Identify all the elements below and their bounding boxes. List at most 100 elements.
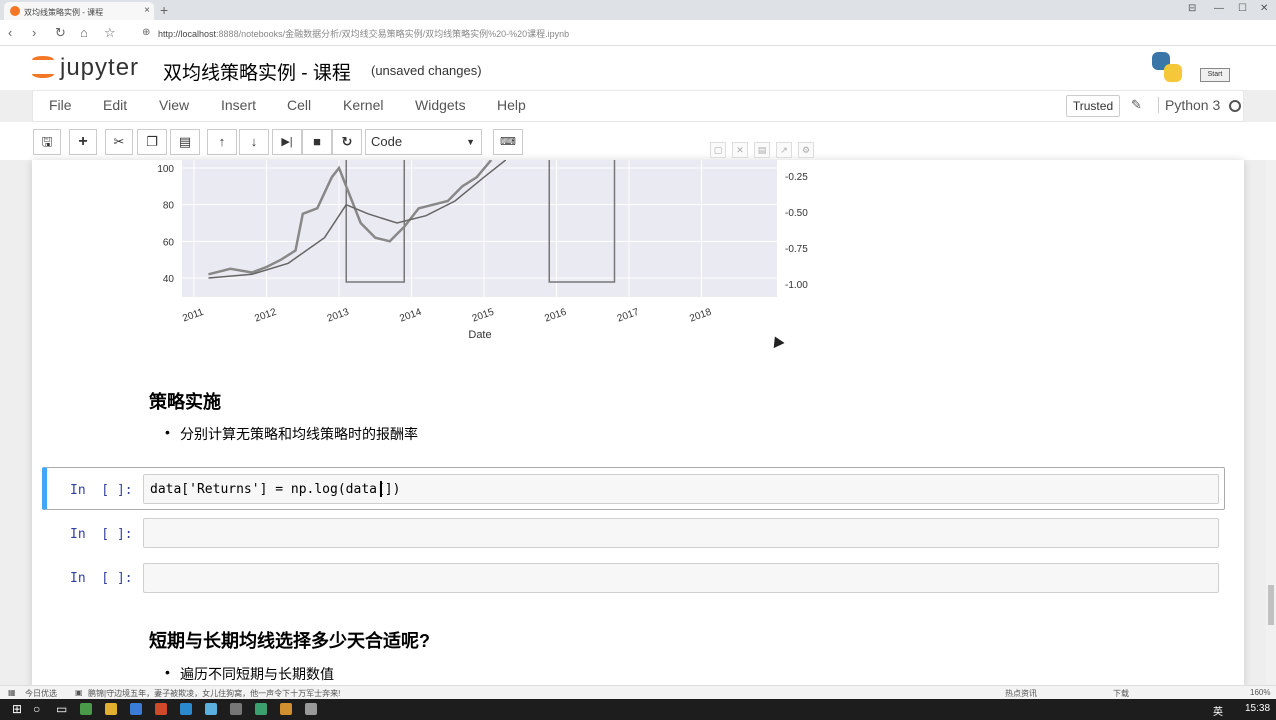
home-icon[interactable]: ⌂ [80,25,88,40]
y-right-tick-label: -0.50 [785,208,808,219]
new-tab-button[interactable]: + [160,2,168,18]
paste-icon[interactable]: ▤ [170,129,200,155]
window-maximize-icon[interactable]: ☐ [1238,3,1247,14]
menu-cell[interactable]: Cell [287,97,311,113]
kernel-status-icon [1229,100,1241,112]
ime-indicator[interactable]: 英 [1213,703,1223,718]
keyboard-icon[interactable]: ⌨ [493,129,523,155]
expand-icon[interactable]: ✕ [732,142,748,158]
code-input-empty[interactable] [143,518,1219,548]
python-logo-icon [1152,52,1184,84]
menu-help[interactable]: Help [497,97,526,113]
app-icon[interactable] [230,703,242,715]
y-right-tick-label: -1.00 [785,280,808,291]
taskbar: ⊞ ○ ▭ 英 15:38 [0,699,1276,720]
code-input-empty[interactable] [143,563,1219,593]
x-tick-label: 2017 [616,307,641,325]
x-axis-label: Date [468,329,491,341]
folder-icon[interactable] [105,703,117,715]
notebook-title[interactable]: 双均线策略实例 - 课程 [163,58,351,85]
save-figure-icon[interactable]: ▢ [710,142,726,158]
save-icon[interactable]: 🖫 [33,129,61,155]
arrow-up-icon[interactable]: ↑ [207,129,237,155]
tab-title: 双均线策略实例 - 课程 [24,8,104,17]
grid-icon[interactable]: ▦ [8,688,16,697]
hot-news-label[interactable]: 热点资讯 [1005,688,1037,699]
scissors-icon[interactable]: ✂ [105,129,133,155]
y-left-tick-label: 60 [163,237,175,248]
status-left-text[interactable]: 今日优选 [25,688,57,699]
app-icon[interactable] [180,703,192,715]
y-right-tick-label: -0.25 [785,172,808,183]
jupyter-logo[interactable]: jupyter [32,52,152,86]
app-icon[interactable] [155,703,167,715]
menu-edit[interactable]: Edit [103,97,127,113]
y-left-ticks: 100 80 60 40 [157,164,174,285]
bookmark-star-icon[interactable]: ☆ [104,25,116,41]
menu-insert[interactable]: Insert [221,97,256,113]
copy-icon[interactable]: ❐ [137,129,167,155]
jupyter-favicon-icon [10,6,20,16]
x-tick-label: 2018 [688,307,713,325]
back-icon[interactable]: ‹ [8,25,12,40]
zoom-level[interactable]: 160% [1250,688,1270,697]
code-text[interactable]: data['Returns'] = np.log(data[]) [150,482,400,497]
save-status: (unsaved changes) [371,63,482,78]
app-icon[interactable] [305,703,317,715]
stop-icon[interactable]: ■ [302,129,332,155]
export-icon[interactable]: ↗ [776,142,792,158]
site-info-icon[interactable]: ⊕ [142,27,150,38]
start-button[interactable]: Start [1200,68,1230,82]
app-icon[interactable] [280,703,292,715]
windows-start-icon[interactable]: ⊞ [12,702,22,716]
tab-close-icon[interactable]: × [144,5,150,16]
download-label[interactable]: 下载 [1113,688,1129,699]
window-minimize-icon[interactable]: — [1214,3,1224,14]
menu-kernel[interactable]: Kernel [343,97,383,113]
trusted-button[interactable]: Trusted [1066,95,1120,117]
arrow-down-icon[interactable]: ↓ [239,129,269,155]
search-icon[interactable]: ○ [33,702,40,716]
period-bullet: 遍历不同短期与长期数值 [165,664,334,684]
copy-figure-icon[interactable]: ▤ [754,142,770,158]
menu-widgets[interactable]: Widgets [415,97,466,113]
x-tick-label: 2011 [181,307,205,325]
cell-prompt: In [ ]: [70,571,133,586]
run-icon[interactable]: ▶| [272,129,302,155]
menu-view[interactable]: View [159,97,189,113]
clock[interactable]: 15:38 [1245,703,1270,714]
app-icon[interactable] [130,703,142,715]
plus-icon[interactable]: + [69,129,97,155]
y-right-ticks: -0.25 -0.50 -0.75 -1.00 [785,172,808,291]
y-left-tick-label: 80 [163,201,175,212]
pencil-icon[interactable]: ✎ [1131,97,1142,113]
forward-icon[interactable]: › [32,25,36,40]
window-close-icon[interactable]: ✕ [1260,3,1268,14]
scrollbar-thumb[interactable] [1268,585,1274,625]
url-path: :8888/notebooks/金融数据分析/双均线交易策略实例/双均线策略实例… [216,29,570,39]
kernel-name[interactable]: Python 3 [1158,97,1220,113]
strategy-bullet: 分别计算无策略和均线策略时的报酬率 [165,424,418,444]
cell-prompt: In [ ]: [70,527,133,542]
cell-type-select[interactable]: Code ▼ [365,129,482,155]
app-icon[interactable] [255,703,267,715]
jupyter-logo-arc-top-icon [32,56,54,64]
url-host: http://localhost [158,29,217,39]
cell-prompt: In [ ]: [70,483,133,498]
app-icon[interactable] [205,703,217,715]
chevron-down-icon: ▼ [466,137,475,147]
y-right-tick-label: -0.75 [785,244,808,255]
task-view-icon[interactable]: ▭ [56,702,67,716]
browser-tab[interactable]: 双均线策略实例 - 课程 × [4,2,154,20]
restart-icon[interactable]: ↻ [332,129,362,155]
settings-gear-icon[interactable]: ⚙ [798,142,814,158]
reload-icon[interactable]: ↻ [55,25,66,41]
period-heading: 短期与长期均线选择多少天合适呢? [149,631,430,651]
x-tick-label: 2016 [543,307,568,325]
window-tile-icon[interactable]: ⊟ [1188,3,1196,14]
app-icon[interactable] [80,703,92,715]
url-field[interactable]: http://localhost:8888/notebooks/金融数据分析/双… [158,27,569,40]
news-ticker[interactable]: 鹏锦|守边境五年，妻子被欺凌，女儿住狗窝，他一声令下十万军士奔来! [88,688,340,699]
menu-file[interactable]: File [49,97,72,113]
y-left-tick-label: 40 [163,274,175,285]
